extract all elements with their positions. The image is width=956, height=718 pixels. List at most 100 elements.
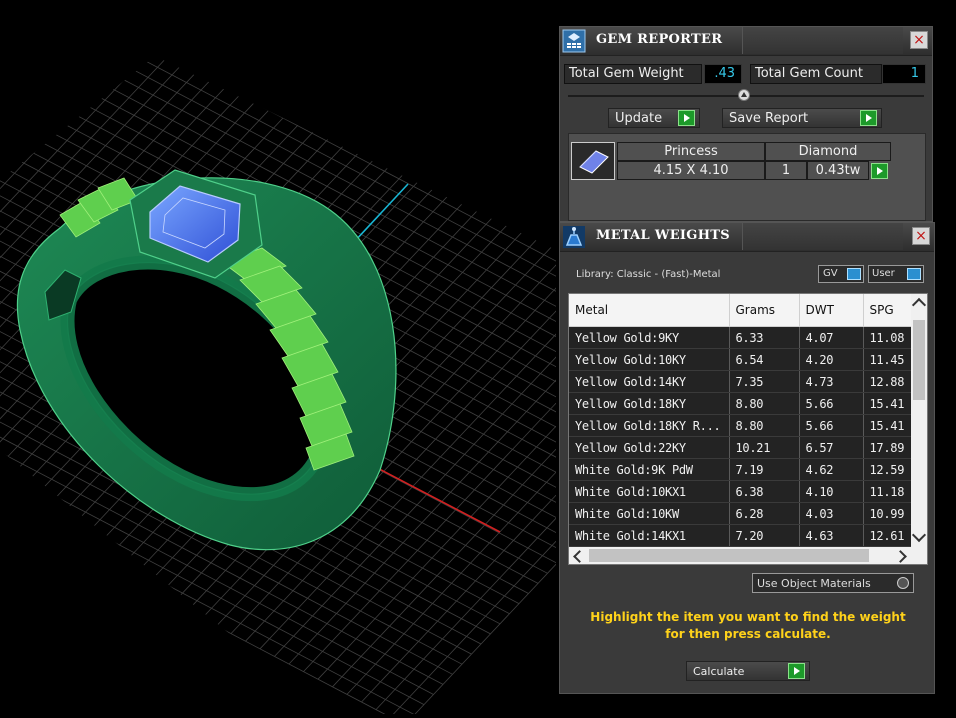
gem-report-icon: [562, 29, 586, 53]
scroll-down-icon[interactable]: [911, 527, 927, 543]
metal-name-cell: White Gold:9K PdW: [569, 458, 730, 481]
dwt-cell: 4.10: [799, 480, 864, 503]
gem-reporter-titlebar[interactable]: GEM REPORTER ×: [560, 27, 932, 56]
library-label: Library: Classic - (Fast)-Metal: [576, 269, 721, 280]
total-gem-count-value: 1: [882, 64, 926, 84]
save-report-label: Save Report: [729, 111, 809, 126]
scroll-right-icon[interactable]: [894, 550, 907, 563]
calculate-label: Calculate: [693, 665, 745, 678]
splitter-handle[interactable]: [568, 89, 924, 101]
metal-name-cell: Yellow Gold:18KY R...: [569, 414, 730, 437]
dwt-cell: 4.63: [799, 524, 864, 547]
user-label: User: [872, 268, 895, 279]
table-row[interactable]: Yellow Gold:10KY 6.54 4.20 11.45: [569, 348, 927, 371]
column-header-grams[interactable]: Grams: [729, 294, 800, 327]
metal-table: Metal Grams DWT SPG Yellow Gold:9KY 6.33 4…: [569, 294, 927, 564]
splitter-knob-icon[interactable]: [738, 89, 750, 101]
dwt-cell: 4.62: [799, 458, 864, 481]
metal-name-cell: Yellow Gold:10KY: [569, 348, 730, 371]
princess-diamond-icon: [579, 150, 609, 174]
column-header-metal[interactable]: Metal: [569, 294, 730, 327]
user-toggle-indicator-icon: [907, 268, 921, 280]
metal-name-cell: Yellow Gold:9KY: [569, 326, 730, 349]
gem-thumbnail: [571, 142, 615, 180]
grid-line: [404, 239, 556, 714]
dwt-cell: 6.57: [799, 436, 864, 459]
user-toggle[interactable]: User: [868, 265, 924, 283]
gem-list: Princess Diamond 4.15 X 4.10 1 0.43tw: [568, 133, 926, 221]
gem-reporter-panel: GEM REPORTER × Total Gem Weight .43 Tota…: [559, 26, 933, 222]
metal-name-cell: White Gold:10KX1: [569, 480, 730, 503]
use-object-materials-label: Use Object Materials: [757, 577, 871, 590]
total-gem-weight-value: .43: [704, 64, 742, 84]
save-report-go-icon: [860, 110, 877, 126]
gv-toggle[interactable]: GV: [818, 265, 864, 283]
save-report-button[interactable]: Save Report: [722, 108, 882, 128]
metal-name-cell: White Gold:10KW: [569, 502, 730, 525]
gv-toggle-indicator-icon: [847, 268, 861, 280]
gem-count: 1: [765, 161, 807, 180]
metal-name-cell: Yellow Gold:22KY: [569, 436, 730, 459]
gem-reporter-close-icon[interactable]: ×: [910, 31, 928, 49]
calculate-go-icon: [788, 663, 805, 679]
grams-cell: 6.54: [729, 348, 800, 371]
grams-cell: 7.20: [729, 524, 800, 547]
gem-size: 4.15 X 4.10: [617, 161, 765, 180]
metal-weights-panel: METAL WEIGHTS × Library: Classic - (Fast…: [559, 222, 935, 694]
instruction-text: Highlight the item you want to find the …: [590, 610, 906, 641]
table-row[interactable]: Yellow Gold:18KY R... 8.80 5.66 15.41: [569, 414, 927, 437]
scroll-up-icon[interactable]: [911, 297, 927, 313]
dwt-cell: 4.20: [799, 348, 864, 371]
gem-row-go-icon[interactable]: [871, 163, 888, 179]
column-header-dwt[interactable]: DWT: [799, 294, 864, 327]
dwt-cell: 4.73: [799, 370, 864, 393]
titlebar-tab-space: [742, 27, 903, 54]
table-row[interactable]: Yellow Gold:18KY 8.80 5.66 15.41: [569, 392, 927, 415]
metal-weights-icon: [563, 226, 585, 248]
grams-cell: 7.35: [729, 370, 800, 393]
dwt-cell: 4.03: [799, 502, 864, 525]
grams-cell: 10.21: [729, 436, 800, 459]
vertical-scrollbar[interactable]: [911, 294, 927, 548]
vertical-scroll-thumb[interactable]: [913, 320, 925, 400]
metal-weights-close-icon[interactable]: ×: [912, 227, 930, 245]
metal-weights-title: METAL WEIGHTS: [596, 228, 730, 243]
horizontal-scroll-thumb[interactable]: [589, 549, 869, 562]
calculate-button[interactable]: Calculate: [686, 661, 810, 681]
update-button[interactable]: Update: [608, 108, 700, 128]
horizontal-scrollbar[interactable]: [569, 547, 927, 564]
metal-name-cell: Yellow Gold:14KY: [569, 370, 730, 393]
table-row[interactable]: White Gold:10KW 6.28 4.03 10.99: [569, 502, 927, 525]
gem-shape: Princess: [617, 142, 765, 161]
metal-name-cell: White Gold:14KX1: [569, 524, 730, 547]
table-row[interactable]: Yellow Gold:22KY 10.21 6.57 17.89: [569, 436, 927, 459]
ring-model[interactable]: [16, 169, 397, 551]
metal-name-cell: Yellow Gold:18KY: [569, 392, 730, 415]
table-row[interactable]: Yellow Gold:14KY 7.35 4.73 12.88: [569, 370, 927, 393]
gv-label: GV: [823, 268, 838, 279]
viewport-canvas[interactable]: [0, 0, 556, 714]
grams-cell: 6.38: [729, 480, 800, 503]
metal-weights-titlebar[interactable]: METAL WEIGHTS ×: [560, 223, 934, 252]
total-gem-weight-label: Total Gem Weight: [564, 64, 702, 84]
table-row[interactable]: White Gold:10KX1 6.38 4.10 11.18: [569, 480, 927, 503]
metal-table-container[interactable]: Metal Grams DWT SPG Yellow Gold:9KY 6.33 4…: [568, 293, 928, 565]
gem-row[interactable]: Princess Diamond 4.15 X 4.10 1 0.43tw: [569, 138, 925, 182]
grams-cell: 6.28: [729, 502, 800, 525]
metal-table-header-row: Metal Grams DWT SPG: [569, 294, 927, 327]
table-row[interactable]: White Gold:14KX1 7.20 4.63 12.61: [569, 524, 927, 547]
use-object-materials-toggle[interactable]: Use Object Materials: [752, 573, 914, 593]
gem-reporter-title: GEM REPORTER: [596, 32, 723, 47]
grid-line: [390, 232, 556, 714]
radio-off-icon: [897, 577, 909, 589]
grid-line: [361, 216, 556, 703]
gem-weight: 0.43tw: [807, 161, 869, 180]
dwt-cell: 5.66: [799, 414, 864, 437]
scroll-left-icon[interactable]: [573, 550, 586, 563]
table-row[interactable]: White Gold:9K PdW 7.19 4.62 12.59: [569, 458, 927, 481]
3d-viewport[interactable]: [0, 0, 556, 714]
table-row[interactable]: Yellow Gold:9KY 6.33 4.07 11.08: [569, 326, 927, 349]
titlebar-tab-space: [742, 223, 903, 250]
grams-cell: 6.33: [729, 326, 800, 349]
update-go-icon: [678, 110, 695, 126]
